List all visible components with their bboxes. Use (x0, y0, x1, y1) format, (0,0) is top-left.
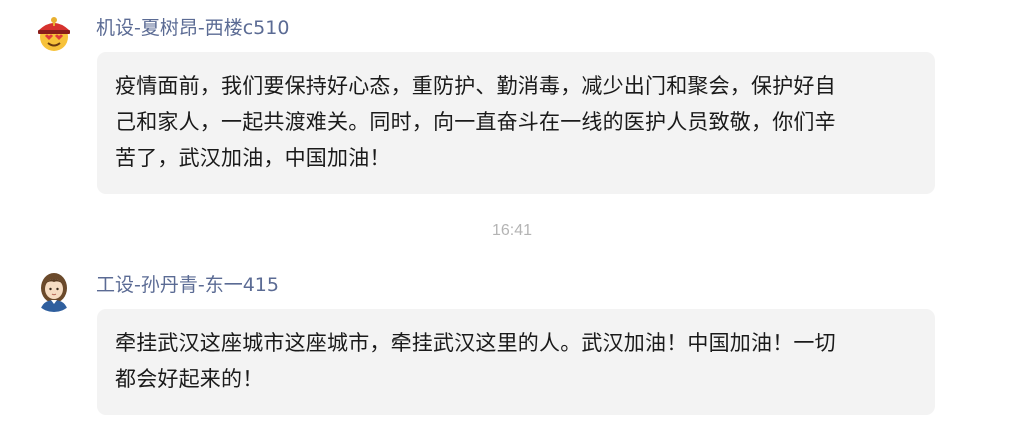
message-text: 牵挂武汉这座城市这座城市，牵挂武汉这里的人。武汉加油！中国加油！一切 都会好起来… (115, 331, 836, 391)
chat-message: 工设-孙丹青-东一415 牵挂武汉这座城市这座城市，牵挂武汉这里的人。武汉加油！… (0, 0, 1024, 432)
chat-transcript: 机设-夏树昂-西楼c510 疫情面前，我们要保持好心态，重防护、勤消毒，减少出门… (0, 0, 1024, 432)
cartoon-girl-avatar-icon[interactable] (32, 268, 76, 312)
sender-name[interactable]: 工设-孙丹青-东一415 (96, 273, 279, 297)
message-bubble[interactable]: 牵挂武汉这座城市这座城市，牵挂武汉这里的人。武汉加油！中国加油！一切 都会好起来… (97, 309, 935, 415)
